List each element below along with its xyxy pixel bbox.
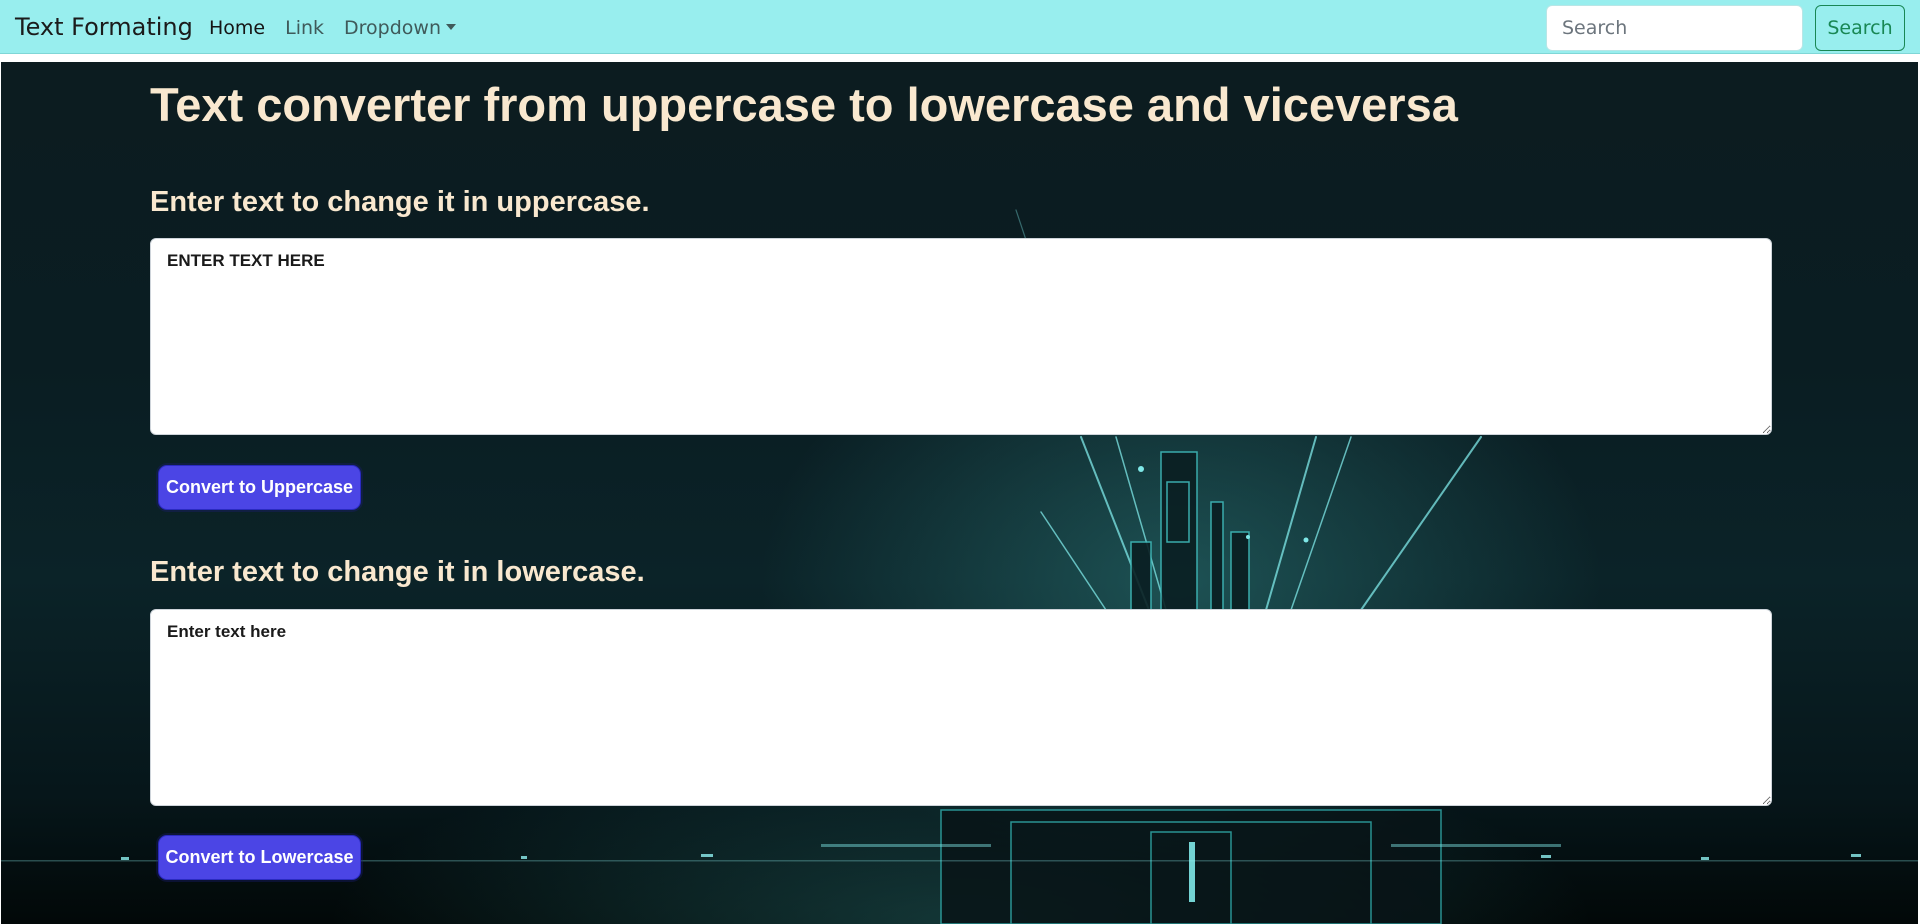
nav-dropdown-label: Dropdown	[344, 17, 442, 39]
navbar: Text Formating Home Link Dropdown Search	[0, 0, 1920, 54]
nav-links: Home Link Dropdown	[209, 14, 476, 42]
main-background: Text converter from uppercase to lowerca…	[1, 62, 1918, 924]
nav-link-home[interactable]: Home	[209, 14, 265, 42]
search-button[interactable]: Search	[1815, 5, 1905, 51]
convert-uppercase-button[interactable]: Convert to Uppercase	[158, 465, 361, 510]
lowercase-heading: Enter text to change it in lowercase.	[150, 556, 645, 588]
uppercase-textarea[interactable]	[150, 238, 1772, 435]
navbar-brand[interactable]: Text Formating	[15, 11, 193, 43]
convert-lowercase-button[interactable]: Convert to Lowercase	[158, 835, 361, 880]
uppercase-heading: Enter text to change it in uppercase.	[150, 186, 650, 218]
page-title: Text converter from uppercase to lowerca…	[150, 78, 1458, 131]
caret-down-icon	[446, 24, 457, 30]
lowercase-textarea[interactable]	[150, 609, 1772, 806]
search-input[interactable]	[1546, 5, 1803, 51]
nav-dropdown-toggle[interactable]: Dropdown	[344, 14, 457, 42]
nav-link-link[interactable]: Link	[285, 14, 324, 42]
